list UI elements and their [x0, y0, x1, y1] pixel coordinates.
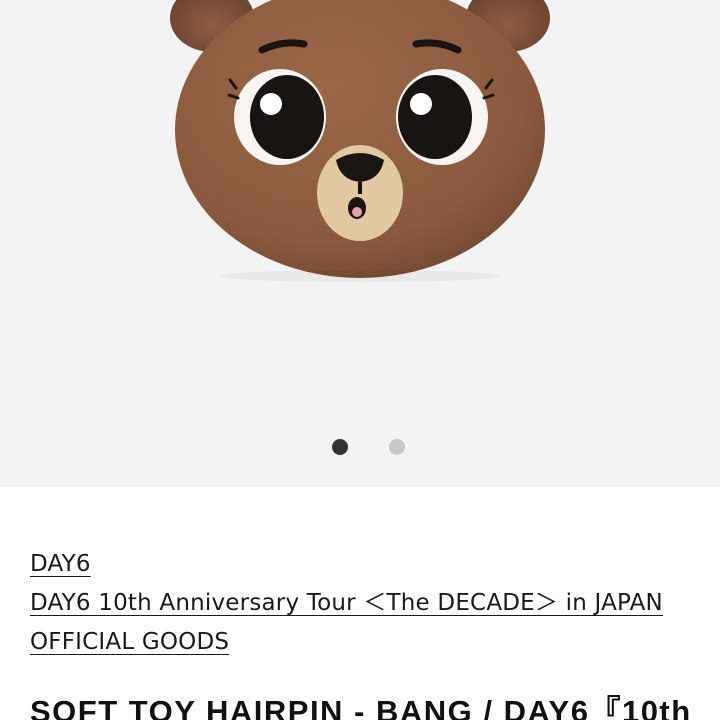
- carousel-dots: [0, 439, 720, 455]
- breadcrumb: DAY6 DAY6 10th Anniversary Tour ＜The DEC…: [30, 545, 663, 662]
- carousel-dot-1-active[interactable]: [332, 439, 348, 455]
- product-image[interactable]: [0, 0, 720, 487]
- product-image-gallery[interactable]: [0, 0, 720, 487]
- product-title: SOFT TOY HAIRPIN - BANG / DAY6『10th: [30, 694, 692, 720]
- category-link[interactable]: OFFICIAL GOODS: [30, 623, 663, 662]
- artist-link[interactable]: DAY6: [30, 545, 663, 584]
- tour-link[interactable]: DAY6 10th Anniversary Tour ＜The DECADE＞ …: [30, 584, 663, 623]
- carousel-dot-2[interactable]: [389, 439, 405, 455]
